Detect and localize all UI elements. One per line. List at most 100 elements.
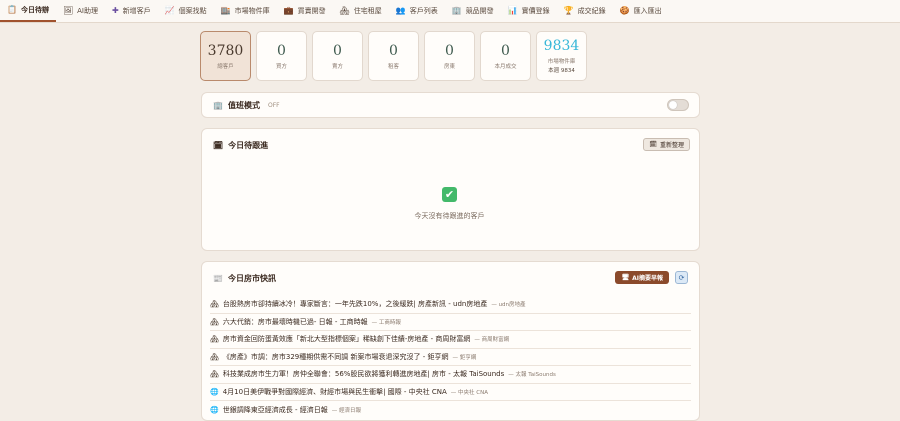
news-item-title[interactable]: 世銀調降東亞經濟成長 - 經濟日報 <box>223 405 328 415</box>
refresh-button[interactable]: 🗓 重新整理 <box>643 138 690 151</box>
followup-title-text: 今日待跟進 <box>228 141 269 150</box>
globe-icon: 🌐 <box>210 405 219 414</box>
news-item-title[interactable]: 科技業成房市生力軍！房仲全聯會：56%股民欲將獲利轉進房地產| 房市 - 太報 … <box>223 369 504 379</box>
stat-card-landlords[interactable]: 0 房東 <box>424 31 475 81</box>
store-icon: 🏬 <box>220 6 231 15</box>
stat-label: 買方 <box>275 63 287 70</box>
nav-tab-import-export[interactable]: 🍪 匯入匯出 <box>613 0 669 22</box>
stat-label: 租客 <box>387 63 399 70</box>
news-item-title[interactable]: 4月10日美伊戰爭對國際經濟、財經市場與民生衝擊| 國際 - 中央社 CNA <box>223 387 447 397</box>
globe-icon: 🌐 <box>210 387 219 396</box>
news-item[interactable]: 🏘 《房產》市調：房市329種期供需不同調 新案市場衰退深究沒了 - 鉅亨網 — 鉅… <box>210 349 691 366</box>
clipboard-icon: 📋 <box>7 5 17 14</box>
news-title-text: 今日房市快訊 <box>227 274 276 283</box>
stat-label: 賣方 <box>331 63 343 70</box>
stat-value: 0 <box>445 42 454 59</box>
nav-tab-rental[interactable]: 🏘 住宅租屋 <box>333 0 389 22</box>
stat-card-tenants[interactable]: 0 租客 <box>368 31 419 81</box>
news-item[interactable]: 🏘 六大代銷：房市最壞時機已過- 日報 - 工商時報 — 工商時報 <box>210 314 691 331</box>
ai-summary-label: AI摘要早報 <box>632 275 663 282</box>
house-icon: 🏘 <box>210 370 219 379</box>
refresh-icon: ⟳ <box>678 273 685 282</box>
chart-icon: 📈 <box>164 6 175 15</box>
stat-label: 房東 <box>443 63 455 70</box>
stat-label: 本月成交 <box>494 63 517 70</box>
nav-tab-today-todo[interactable]: 📋 今日待辦 <box>0 0 56 22</box>
nav-tab-deal-records[interactable]: 🏆 成交紀錄 <box>557 0 613 22</box>
nav-tab-competitor-dev[interactable]: 🏢 競品開發 <box>445 0 501 22</box>
news-item-source: — 工商時報 <box>371 319 401 326</box>
nav-tab-ai-assistant[interactable]: 🖼 AI助理 <box>56 0 105 22</box>
stat-card-sellers[interactable]: 0 賣方 <box>312 31 363 81</box>
followup-title: 🗓 今日待跟進 <box>213 140 268 151</box>
nav-label: 新增客戶 <box>122 7 151 15</box>
nav-tab-sales-dev[interactable]: 💼 買賣開發 <box>277 0 333 22</box>
news-item[interactable]: 🌐 世銀調降東亞經濟成長 - 經濟日報 — 經濟日報 <box>210 401 691 419</box>
nav-label: 買賣開發 <box>297 7 326 15</box>
stat-sublabel: 本週 9834 <box>548 68 575 74</box>
news-item[interactable]: 🏘 房市資金回防蛋黃效應「新北大型指標個案」稀缺創下佳績-房地產 - 商周財富網 —… <box>210 331 691 349</box>
ai-summary-button[interactable]: 🖥 AI摘要早報 <box>615 271 669 284</box>
news-list: 🏘 台股熱房市卻持續冰冷！專家斷言：一年先跌10%，之後緩跌| 房產新訊 - ud… <box>210 296 691 419</box>
duty-mode-title: 🏢 值班模式 OFF <box>213 100 280 111</box>
stat-value: 3780 <box>207 42 244 59</box>
nav-tab-case-search[interactable]: 📈 個案找點 <box>158 0 214 22</box>
nav-label: 成交紀錄 <box>577 7 606 15</box>
news-refresh-button[interactable]: ⟳ <box>675 271 688 284</box>
nav-label: 市場物件庫 <box>234 7 270 15</box>
news-item[interactable]: 🏘 科技業成房市生力軍！房仲全聯會：56%股民欲將獲利轉進房地產| 房市 - 太報… <box>210 366 691 384</box>
nav-label: 客戶列表 <box>409 7 438 15</box>
house-icon: 🏘 <box>210 352 219 361</box>
stat-card-total-clients[interactable]: 3780 總客戶 <box>200 31 251 81</box>
news-item-title[interactable]: 《房產》市調：房市329種期供需不同調 新案市場衰退深究沒了 - 鉅亨網 <box>223 352 449 362</box>
duty-mode-toggle[interactable] <box>667 99 689 111</box>
nav-tab-client-list[interactable]: 👥 客戶列表 <box>389 0 445 22</box>
nav-label: AI助理 <box>77 7 98 15</box>
toggle-knob <box>669 101 677 109</box>
news-item-title[interactable]: 六大代銷：房市最壞時機已過- 日報 - 工商時報 <box>223 317 368 327</box>
stat-card-buyers[interactable]: 0 買方 <box>256 31 307 81</box>
houses-icon: 🏘 <box>339 6 350 15</box>
stat-value: 0 <box>333 42 342 59</box>
plus-icon: ✚ <box>111 6 119 15</box>
nav-tab-add-client[interactable]: ✚ 新增客戶 <box>105 0 158 22</box>
stat-label: 總客戶 <box>217 63 234 70</box>
house-icon: 🏘 <box>210 300 219 309</box>
empty-state-text: 今天沒有待跟進的客戶 <box>414 212 485 220</box>
stats-row: 3780 總客戶 0 買方 0 賣方 0 租客 0 房東 0 本月成交 9834 市場物件庫本… <box>200 31 587 81</box>
check-icon: ✔ <box>442 187 457 202</box>
duty-mode-state: OFF <box>267 102 280 109</box>
stat-card-monthly-deals[interactable]: 0 本月成交 <box>480 31 531 81</box>
nav-tab-price-registry[interactable]: 📊 實價登錄 <box>501 0 557 22</box>
nav-label: 住宅租屋 <box>353 7 382 15</box>
nav-tab-market-listings[interactable]: 🏬 市場物件庫 <box>214 0 277 22</box>
news-item-source: — 商周財富網 <box>474 337 510 344</box>
stat-value: 0 <box>389 42 398 59</box>
news-item-source: — udn房地產 <box>491 302 526 309</box>
calendar-icon: 🗓 <box>649 141 657 148</box>
news-item-source: — 鉅亨網 <box>452 354 477 361</box>
image-icon: 🖼 <box>62 6 74 15</box>
stat-card-market-listings[interactable]: 9834 市場物件庫 本週 9834 <box>536 31 587 81</box>
duty-mode-label: 值班模式 <box>227 101 260 110</box>
nav-label: 今日待辦 <box>20 6 49 14</box>
news-item[interactable]: 🌐 4月10日美伊戰爭對國際經濟、財經市場與民生衝擊| 國際 - 中央社 CNA —… <box>210 384 691 401</box>
stat-label: 市場物件庫 <box>547 59 576 65</box>
news-item-title[interactable]: 台股熱房市卻持續冰冷！專家斷言：一年先跌10%，之後緩跌| 房產新訊 - udn… <box>223 299 487 309</box>
stat-value: 0 <box>277 42 286 59</box>
refresh-label: 重新整理 <box>659 142 684 149</box>
newspaper-icon: 📰 <box>213 274 223 283</box>
computer-icon: 🖥 <box>621 274 630 281</box>
news-item-source: — 經濟日報 <box>331 407 361 414</box>
house-icon: 🏘 <box>210 317 219 326</box>
duty-mode-panel: 🏢 值班模式 OFF <box>201 92 700 118</box>
cookie-icon: 🍪 <box>619 6 630 15</box>
briefcase-icon: 💼 <box>283 6 294 15</box>
house-icon: 🏘 <box>210 335 219 344</box>
nav-label: 個案找點 <box>178 7 207 15</box>
news-item[interactable]: 🏘 台股熱房市卻持續冰冷！專家斷言：一年先跌10%，之後緩跌| 房產新訊 - ud… <box>210 296 691 314</box>
top-nav: 📋 今日待辦 🖼 AI助理 ✚ 新增客戶 📈 個案找點 🏬 市場物件庫 💼 買賣開發 🏘 住宅… <box>0 0 900 23</box>
nav-label: 競品開發 <box>465 7 494 15</box>
nav-label: 匯入匯出 <box>633 7 662 15</box>
news-item-title[interactable]: 房市資金回防蛋黃效應「新北大型指標個案」稀缺創下佳績-房地產 - 商周財富網 <box>223 334 471 344</box>
